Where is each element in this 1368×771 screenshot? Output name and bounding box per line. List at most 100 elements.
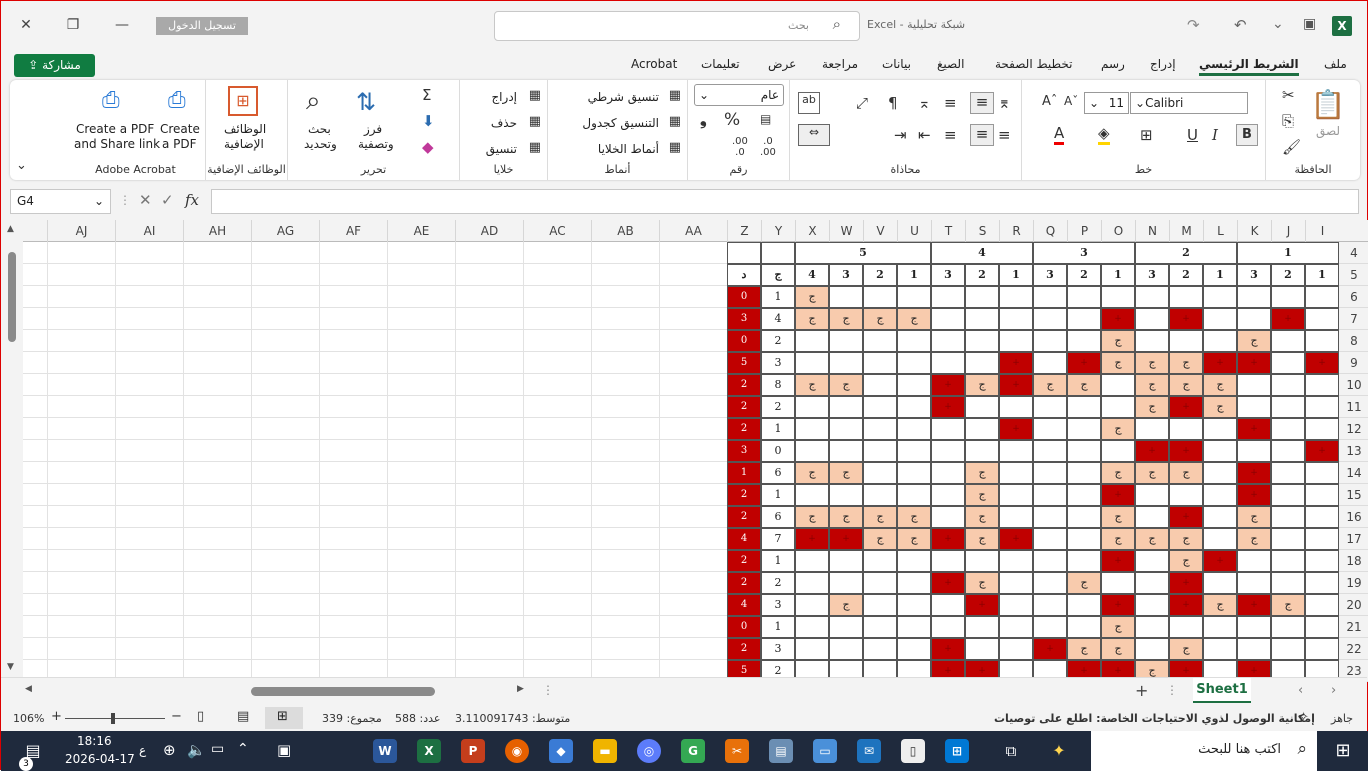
- cell-t20[interactable]: [931, 594, 965, 616]
- cell-n22[interactable]: [1135, 638, 1169, 660]
- cell-k8[interactable]: ج: [1237, 330, 1271, 352]
- normal-view-button[interactable]: ⊞: [265, 707, 303, 729]
- row-header-5[interactable]: 5: [1339, 264, 1368, 286]
- network-icon[interactable]: ⊕: [163, 741, 176, 759]
- cell-q8[interactable]: [1033, 330, 1067, 352]
- score-cell-11[interactable]: 2: [727, 396, 761, 418]
- cell-w21[interactable]: [829, 616, 863, 638]
- cell-s15[interactable]: ج: [965, 484, 999, 506]
- cell-l10[interactable]: ج: [1203, 374, 1237, 396]
- score-cell-23[interactable]: 5: [727, 660, 761, 677]
- indent-increase-icon[interactable]: ⇥: [894, 126, 907, 144]
- cell-x9[interactable]: [795, 352, 829, 374]
- sort-filter-icon[interactable]: ⇅: [356, 88, 376, 116]
- score-cell-19[interactable]: 2: [727, 572, 761, 594]
- cell-n23[interactable]: ج: [1135, 660, 1169, 677]
- cell-i21[interactable]: [1305, 616, 1339, 638]
- score-cell-15[interactable]: 2: [727, 484, 761, 506]
- cell-t13[interactable]: [931, 440, 965, 462]
- cell-l6[interactable]: [1203, 286, 1237, 308]
- format-as-table-button[interactable]: التنسيق كجدول: [582, 116, 659, 130]
- cell-w14[interactable]: ج: [829, 462, 863, 484]
- sign-in-button[interactable]: تسجيل الدخول: [156, 17, 248, 35]
- cell-k11[interactable]: [1237, 396, 1271, 418]
- cell-j17[interactable]: [1271, 528, 1305, 550]
- row-header-18[interactable]: 18: [1339, 550, 1368, 572]
- cell-r11[interactable]: [999, 396, 1033, 418]
- cell-l23[interactable]: [1203, 660, 1237, 677]
- cell-x10[interactable]: ج: [795, 374, 829, 396]
- cell-o8[interactable]: ج: [1101, 330, 1135, 352]
- cell-l21[interactable]: [1203, 616, 1237, 638]
- row-header-19[interactable]: 19: [1339, 572, 1368, 594]
- cell-u10[interactable]: [897, 374, 931, 396]
- cell-t8[interactable]: [931, 330, 965, 352]
- cell-p7[interactable]: [1067, 308, 1101, 330]
- tab-file[interactable]: ملف: [1324, 57, 1347, 71]
- font-name-select[interactable]: Calibri ⌄: [1130, 92, 1248, 114]
- cell-k20[interactable]: +: [1237, 594, 1271, 616]
- cell-w22[interactable]: [829, 638, 863, 660]
- cell-j13[interactable]: [1271, 440, 1305, 462]
- group-header-5[interactable]: 5: [795, 242, 931, 264]
- underline-button[interactable]: U: [1187, 126, 1198, 144]
- column-header-t[interactable]: T: [931, 220, 965, 242]
- cell-y16[interactable]: 6: [761, 506, 795, 528]
- cell-q20[interactable]: [1033, 594, 1067, 616]
- cell-j8[interactable]: [1271, 330, 1305, 352]
- cell-y17[interactable]: 7: [761, 528, 795, 550]
- cell-u17[interactable]: ج: [897, 528, 931, 550]
- find-select-icon[interactable]: ⌕: [306, 86, 321, 117]
- cell-r23[interactable]: [999, 660, 1033, 677]
- save-icon[interactable]: ▣: [1303, 16, 1316, 32]
- cell-t18[interactable]: [931, 550, 965, 572]
- column-header-x[interactable]: X: [795, 220, 829, 242]
- cell-y22[interactable]: 3: [761, 638, 795, 660]
- cell-u8[interactable]: [897, 330, 931, 352]
- cell-q19[interactable]: [1033, 572, 1067, 594]
- align-bottom-icon[interactable]: ⌆: [998, 94, 1011, 112]
- cell-m20[interactable]: +: [1169, 594, 1203, 616]
- zoom-level[interactable]: 106%: [13, 712, 44, 725]
- cell-n16[interactable]: [1135, 506, 1169, 528]
- comma-icon[interactable]: ❟: [700, 110, 707, 130]
- cell-t23[interactable]: +: [931, 660, 965, 677]
- cell-l9[interactable]: +: [1203, 352, 1237, 374]
- row-header-11[interactable]: 11: [1339, 396, 1368, 418]
- decrease-font-icon[interactable]: Aˇ: [1064, 94, 1078, 108]
- cell-j12[interactable]: [1271, 418, 1305, 440]
- cell-i15[interactable]: [1305, 484, 1339, 506]
- copilot-icon[interactable]: ✦: [1047, 739, 1071, 763]
- cell-y9[interactable]: 3: [761, 352, 795, 374]
- cell-o18[interactable]: +: [1101, 550, 1135, 572]
- subheader-y[interactable]: ج: [761, 264, 795, 286]
- cell-n18[interactable]: [1135, 550, 1169, 572]
- excel-taskbar-icon[interactable]: X: [417, 739, 441, 763]
- cell-u19[interactable]: [897, 572, 931, 594]
- cell-q18[interactable]: [1033, 550, 1067, 572]
- column-header-ah[interactable]: AH: [183, 220, 251, 242]
- next-sheet-icon[interactable]: ›: [1331, 683, 1336, 698]
- orientation-icon[interactable]: ⤢: [856, 94, 868, 112]
- tab-acrobat[interactable]: Acrobat: [631, 57, 677, 71]
- cell-y11[interactable]: 2: [761, 396, 795, 418]
- column-header-z[interactable]: Z: [727, 220, 761, 242]
- cell-r13[interactable]: [999, 440, 1033, 462]
- cell-j10[interactable]: [1271, 374, 1305, 396]
- cancel-icon[interactable]: ✕: [139, 191, 152, 209]
- column-header-k[interactable]: K: [1237, 220, 1271, 242]
- cell-q6[interactable]: [1033, 286, 1067, 308]
- subheader-n[interactable]: 3: [1135, 264, 1169, 286]
- align-middle-selected-icon[interactable]: ≡: [970, 92, 994, 114]
- language-indicator[interactable]: ع: [139, 743, 146, 757]
- mail-icon[interactable]: ✉: [857, 739, 881, 763]
- cell-k6[interactable]: [1237, 286, 1271, 308]
- zoom-in-icon[interactable]: +: [51, 709, 62, 724]
- score-cell-14[interactable]: 1: [727, 462, 761, 484]
- cell-q16[interactable]: [1033, 506, 1067, 528]
- hscroll-left-icon[interactable]: ◀: [25, 684, 32, 694]
- cell-u16[interactable]: ج: [897, 506, 931, 528]
- score-cell-13[interactable]: 3: [727, 440, 761, 462]
- subheader-w[interactable]: 3: [829, 264, 863, 286]
- cell-n17[interactable]: ج: [1135, 528, 1169, 550]
